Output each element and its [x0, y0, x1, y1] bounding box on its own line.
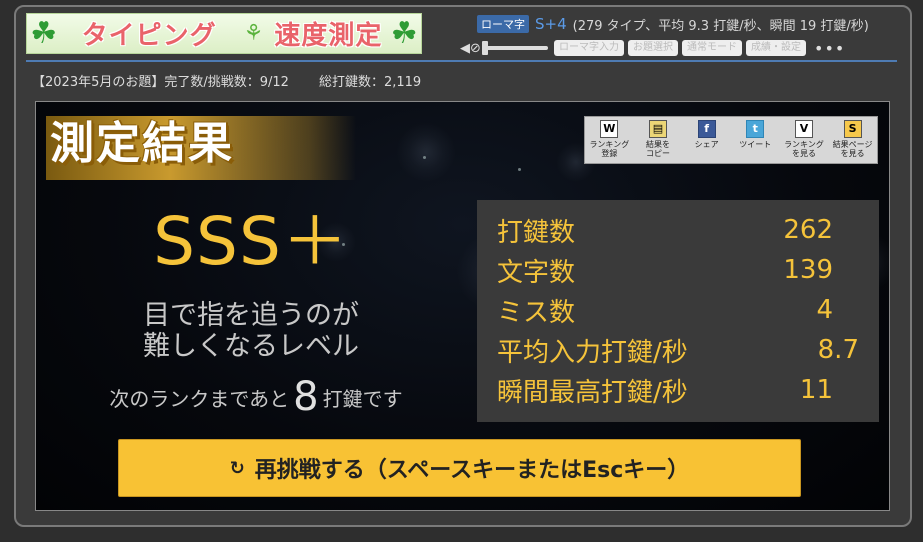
volume-slider-track	[482, 46, 548, 50]
current-rank-line: ローマ字 S+4 (279 タイプ、平均 9.3 打鍵/秒、瞬間 19 打鍵/秒…	[477, 15, 897, 34]
achieved-rank: SSS＋	[153, 203, 349, 280]
rank-detail: (279 タイプ、平均 9.3 打鍵/秒、瞬間 19 打鍵/秒)	[572, 18, 869, 34]
score-value: 4	[816, 295, 833, 325]
bokeh-light	[396, 122, 456, 182]
score-label: 平均入力打鍵/秒	[497, 337, 688, 368]
logo-text-typing: タイピング	[81, 21, 217, 51]
current-rank: S+4	[535, 15, 567, 33]
facebook-icon: f	[697, 120, 716, 138]
score-row: 平均入力打鍵/秒 8.7	[497, 330, 859, 370]
score-label: 打鍵数	[497, 217, 576, 248]
total-keystrokes: 総打鍵数：2,119	[318, 75, 422, 90]
toolbar: ◀⊘ ローマ字入力 お題選択 通常モード 成績・設定 •••	[460, 39, 900, 58]
score-row: 打鍵数 262	[497, 210, 859, 250]
logo[interactable]: ☘ タイピング ⚘ 速度測定 ☘	[26, 13, 422, 54]
clipboard-icon: ▤	[648, 120, 667, 138]
score-value: 8.7	[817, 335, 859, 365]
rank-description-line: 難しくなるレベル	[143, 331, 359, 362]
share-label: ツイート	[739, 140, 772, 149]
share-panel: W ランキング 登録 ▤ 結果を コピー f シェア t ツイート V ランキン…	[584, 116, 878, 164]
facebook-share-button[interactable]: f シェア	[684, 120, 730, 149]
clover-icon: ☘	[30, 15, 58, 51]
result-page-icon: S	[843, 120, 862, 138]
speaker-muted-icon[interactable]: ◀⊘	[460, 41, 482, 56]
star-dot	[423, 156, 426, 159]
score-label: 瞬間最高打鍵/秒	[497, 377, 688, 408]
share-label: シェア	[694, 140, 719, 149]
view-ranking-icon: V	[794, 120, 813, 138]
view-result-page-button[interactable]: S 結果ページ を見る	[830, 120, 876, 158]
score-value: 139	[783, 255, 833, 285]
score-value: 11	[799, 375, 833, 405]
tweet-button[interactable]: t ツイート	[732, 120, 778, 149]
share-label: ランキング を見る	[784, 140, 824, 158]
rank-description-line: 目で指を追うのが	[143, 300, 359, 331]
stats-line: 【2023年5月のお題】完了数/挑戦数：9/12 総打鍵数：2,119	[32, 71, 421, 90]
rank-description: 目で指を追うのが 難しくなるレベル	[76, 300, 426, 362]
normal-mode-button[interactable]: 通常モード	[682, 40, 742, 56]
twitter-icon: t	[746, 120, 765, 138]
score-row: ミス数 4	[497, 290, 859, 330]
score-label: 文字数	[497, 257, 576, 288]
score-row: 文字数 139	[497, 250, 859, 290]
volume-slider-knob[interactable]	[482, 41, 488, 55]
next-rank-suffix: 打鍵です	[322, 387, 403, 411]
retry-button[interactable]: ↻ 再挑戦する（スペースキーまたはEscキー）	[118, 439, 801, 497]
ranking-register-button[interactable]: W ランキング 登録	[586, 120, 632, 158]
results-settings-button[interactable]: 成績・設定	[746, 40, 806, 56]
more-menu-icon[interactable]: •••	[814, 39, 845, 58]
romaji-input-button[interactable]: ローマ字入力	[554, 40, 624, 56]
volume-slider[interactable]	[482, 41, 548, 55]
logo-text-speed: 速度測定	[274, 21, 383, 51]
share-label: 結果を コピー	[645, 140, 670, 158]
topic-select-button[interactable]: お題選択	[628, 40, 678, 56]
score-value: 262	[783, 215, 833, 245]
result-title: 測定結果	[50, 118, 234, 169]
score-row: 瞬間最高打鍵/秒 11	[497, 370, 859, 410]
input-mode-badge: ローマ字	[477, 15, 529, 33]
monthly-topic-progress: 【2023年5月のお題】完了数/挑戦数：9/12	[32, 75, 289, 90]
share-label: 結果ページ を見る	[832, 140, 873, 158]
score-panel: 打鍵数 262 文字数 139 ミス数 4 平均入力打鍵/秒 8.7 瞬間最高打…	[477, 200, 879, 422]
next-rank-info: 次のランクまであと 8 打鍵です	[56, 374, 456, 420]
result-panel: 測定結果 W ランキング 登録 ▤ 結果を コピー f シェア t ツイート V…	[35, 101, 890, 511]
view-ranking-button[interactable]: V ランキング を見る	[781, 120, 827, 158]
clover-icon: ☘	[390, 15, 418, 51]
retry-label: 再挑戦する（スペースキーまたはEscキー）	[254, 458, 690, 483]
sprout-icon: ⚘	[243, 21, 264, 46]
keystrokes-to-next-rank: 8	[293, 374, 319, 420]
star-dot	[518, 168, 521, 171]
share-label: ランキング 登録	[589, 140, 630, 158]
copy-result-button[interactable]: ▤ 結果を コピー	[635, 120, 681, 158]
score-label: ミス数	[497, 297, 576, 328]
ranking-register-icon: W	[600, 120, 619, 138]
next-rank-prefix: 次のランクまであと	[109, 387, 290, 411]
header-divider	[26, 60, 897, 62]
retry-icon: ↻	[229, 457, 245, 479]
